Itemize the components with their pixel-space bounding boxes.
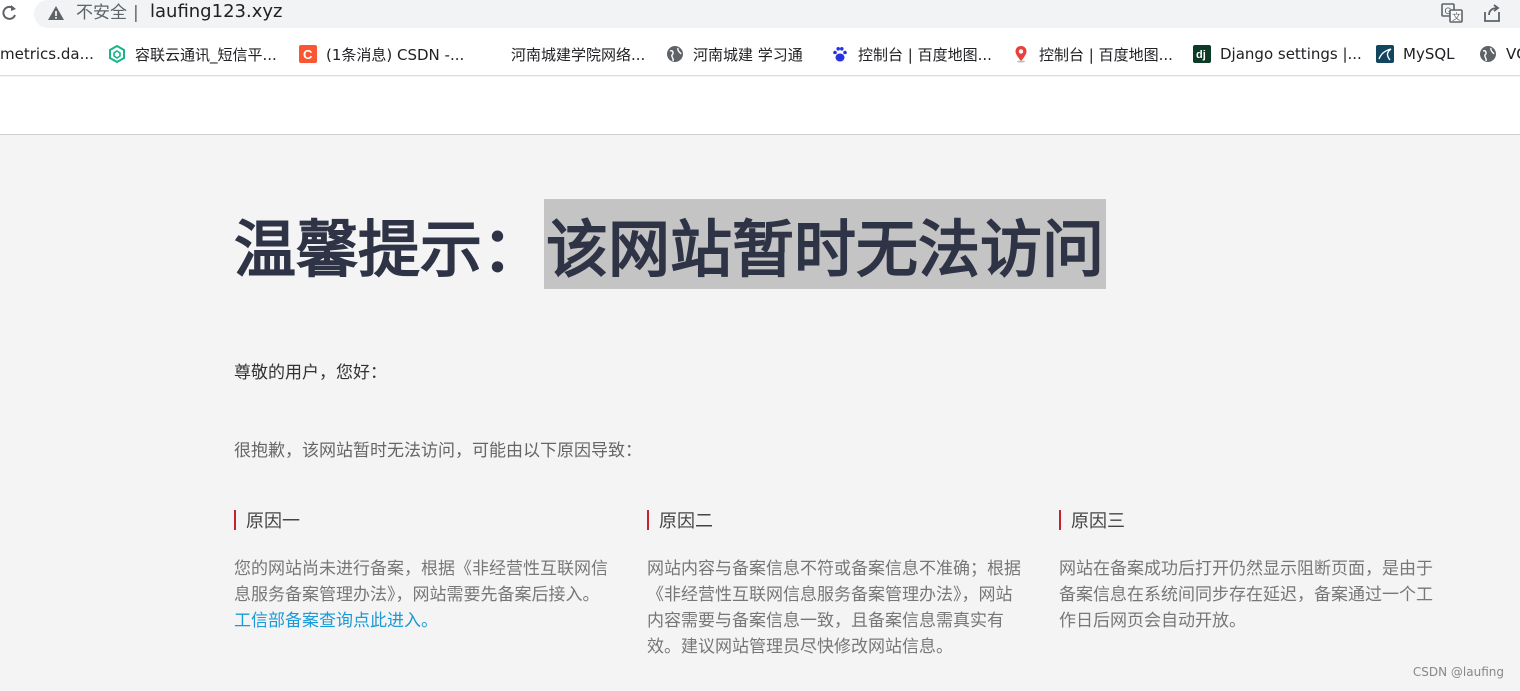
bookmark-ronglian[interactable]: 容联云通讯_短信平... — [108, 42, 277, 66]
bookmark-label: Django settings |... — [1220, 45, 1362, 63]
bookmarks-bar: metrics.da... 容联云通讯_短信平... C (1条消息) CSDN… — [0, 30, 1520, 76]
bookmark-label: (1条消息) CSDN -... — [326, 45, 465, 64]
globe-icon — [666, 45, 684, 63]
reason-text: 您的网站尚未进行备案，根据《非经营性互联网信息服务备案管理办法》，网站需要先备案… — [234, 556, 614, 634]
map-pin-icon — [1012, 45, 1030, 63]
baidu-paw-icon — [831, 45, 849, 63]
bookmark-label: 河南城建学院网络... — [511, 45, 646, 64]
address-bar-row: 不安全 | laufing123.xyz G文 — [0, 0, 1520, 30]
reason-heading: 原因一 — [234, 508, 614, 532]
share-icon[interactable] — [1480, 2, 1504, 24]
bookmark-hncj-xuexitong[interactable]: 河南城建 学习通 — [666, 42, 803, 66]
bookmark-django[interactable]: dj Django settings |... — [1193, 42, 1362, 66]
globe-icon — [1479, 45, 1497, 63]
mysql-icon — [1376, 45, 1394, 63]
reason-title: 原因一 — [246, 511, 300, 532]
svg-text:dj: dj — [1196, 49, 1206, 61]
reason-title: 原因三 — [1071, 511, 1125, 532]
page-header-strip — [0, 77, 1520, 135]
reason-accent-bar — [1059, 510, 1061, 530]
reason-card-2: 原因二 网站内容与备案信息不符或备案信息不准确；根据《非经营性互联网信息服务备案… — [647, 508, 1022, 660]
apology-text: 很抱歉，该网站暂时无法访问，可能由以下原因导致： — [234, 441, 642, 461]
reason-title: 原因二 — [659, 511, 713, 532]
bookmark-label: MySQL — [1403, 45, 1455, 63]
reason-text: 网站内容与备案信息不符或备案信息不准确；根据《非经营性互联网信息服务备案管理办法… — [647, 559, 1021, 657]
page-title: 温馨提示： 该网站暂时无法访问 — [234, 198, 1107, 290]
reason-card-1: 原因一 您的网站尚未进行备案，根据《非经营性互联网信息服务备案管理办法》，网站需… — [234, 508, 614, 634]
reason-heading: 原因二 — [647, 508, 1022, 532]
bookmark-label: 控制台 | 百度地图... — [858, 45, 992, 64]
miit-record-query-link[interactable]: 工信部备案查询点此进入。 — [234, 611, 438, 631]
bookmark-mysql[interactable]: MySQL — [1376, 42, 1455, 66]
bookmark-csdn[interactable]: C (1条消息) CSDN -... — [299, 42, 464, 66]
bookmark-vc[interactable]: VC — [1479, 42, 1520, 66]
bookmark-hncj-network[interactable]: 河南城建学院网络... — [511, 42, 645, 66]
csdn-watermark: CSDN @laufing — [1412, 665, 1504, 679]
url-separator: | — [133, 3, 139, 23]
translate-icon[interactable]: G文 — [1440, 2, 1464, 24]
bookmark-metrics[interactable]: metrics.da... — [0, 42, 94, 66]
csdn-icon: C — [299, 45, 317, 63]
reason-card-3: 原因三 网站在备案成功后打开仍然显示阻断页面，是由于备案信息在系统间同步存在延迟… — [1059, 508, 1434, 634]
ronglian-icon — [108, 44, 126, 64]
bookmark-label: metrics.da... — [0, 45, 94, 63]
reason-accent-bar — [234, 510, 236, 530]
reload-icon[interactable] — [0, 3, 20, 23]
reason-body: 您的网站尚未进行备案，根据《非经营性互联网信息服务备案管理办法》，网站需要先备案… — [234, 559, 608, 605]
django-icon: dj — [1193, 45, 1211, 63]
bookmark-label: 河南城建 学习通 — [693, 45, 803, 64]
url-text[interactable]: laufing123.xyz — [150, 1, 282, 23]
reason-text: 网站在备案成功后打开仍然显示阻断页面，是由于备案信息在系统间同步存在延迟，备案通… — [1059, 559, 1433, 631]
security-label[interactable]: 不安全 — [76, 2, 127, 24]
reason-heading: 原因三 — [1059, 508, 1434, 532]
reason-accent-bar — [647, 510, 649, 530]
bookmark-label: VC — [1506, 45, 1520, 63]
svg-text:C: C — [303, 47, 313, 62]
title-prefix: 温馨提示： — [234, 213, 545, 286]
title-highlight: 该网站暂时无法访问 — [544, 199, 1107, 289]
bookmark-baidu-map-2[interactable]: 控制台 | 百度地图... — [1012, 42, 1173, 66]
bookmark-baidu-map-1[interactable]: 控制台 | 百度地图... — [831, 42, 992, 66]
greeting-text: 尊敬的用户，您好： — [234, 363, 387, 383]
warning-icon[interactable] — [46, 3, 66, 23]
bookmark-label: 控制台 | 百度地图... — [1039, 45, 1173, 64]
bookmark-label: 容联云通讯_短信平... — [135, 45, 277, 64]
svg-text:文: 文 — [1452, 11, 1461, 23]
